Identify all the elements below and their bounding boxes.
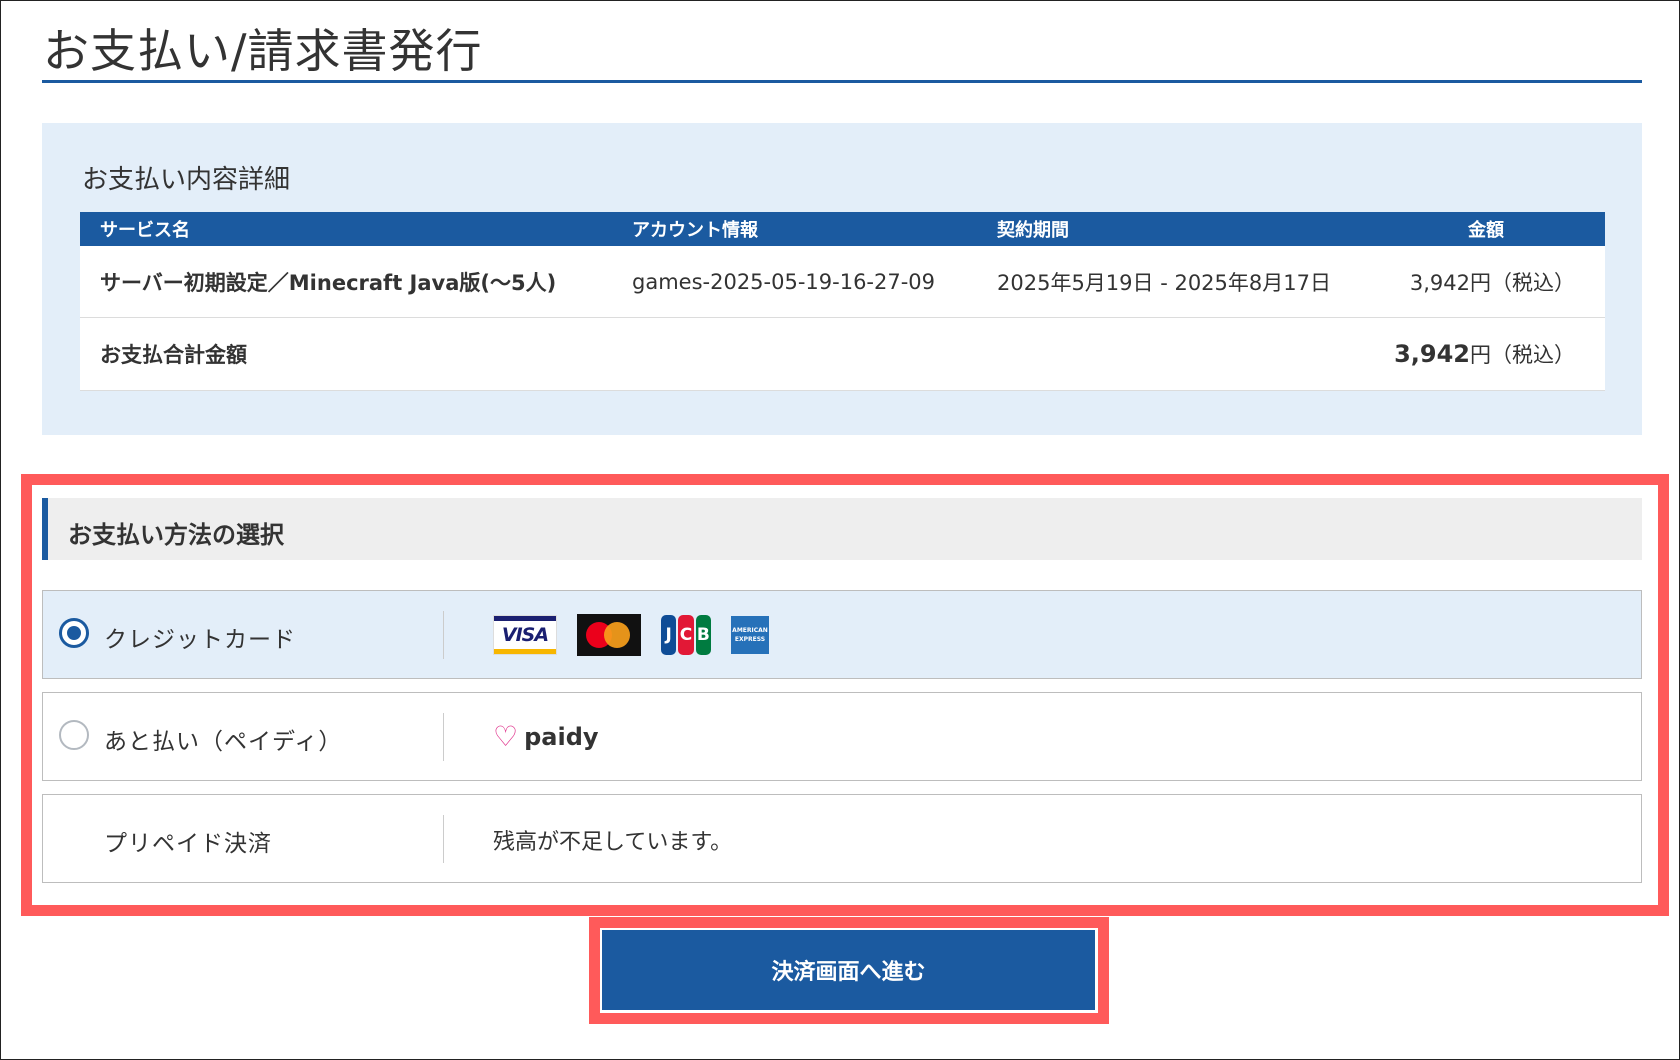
credit-card-radio[interactable] bbox=[59, 618, 89, 648]
credit-card-label: クレジットカード bbox=[104, 627, 296, 653]
jcb-segment: C bbox=[678, 614, 694, 655]
empty-cell bbox=[977, 317, 1367, 391]
jcb-segment: J bbox=[661, 614, 677, 655]
total-amount-suffix: 円（税込） bbox=[1470, 343, 1575, 367]
mastercard-logo-icon bbox=[577, 613, 641, 656]
divider bbox=[443, 713, 444, 761]
jcb-segment: B bbox=[695, 614, 711, 655]
divider bbox=[443, 611, 444, 659]
visa-bar bbox=[494, 648, 556, 654]
paidy-logo-icon: ♡ paidy bbox=[493, 720, 599, 753]
total-amount-cell: 3,942円（税込） bbox=[1367, 317, 1605, 391]
title-underline bbox=[42, 80, 1642, 83]
prepaid-balance-note: 残高が不足しています。 bbox=[493, 830, 733, 855]
jcb-logo-icon: J C B bbox=[661, 614, 711, 655]
amex-logo-icon: AMERICAN EXPRESS bbox=[731, 615, 769, 654]
account-info-cell: games-2025-05-19-16-27-09 bbox=[612, 246, 977, 318]
payment-option-paidy[interactable]: あと払い（ペイディ） ♡ paidy bbox=[42, 692, 1642, 781]
divider bbox=[443, 815, 444, 863]
service-name-cell: サーバー初期設定／Minecraft Java版(〜5人) bbox=[80, 246, 612, 318]
mastercard-orange-circle bbox=[604, 621, 630, 648]
page-frame: お支払い/請求書発行 お支払い内容詳細 サービス名 アカウント情報 契約期間 金… bbox=[0, 0, 1680, 1060]
total-amount-value: 3,942 bbox=[1394, 340, 1470, 368]
contract-period-cell: 2025年5月19日 - 2025年8月17日 bbox=[977, 246, 1367, 318]
total-label: お支払合計金額 bbox=[80, 317, 612, 391]
amount-cell: 3,942円（税込） bbox=[1367, 246, 1605, 318]
column-header-service: サービス名 bbox=[80, 212, 612, 246]
prepaid-label: プリペイド決済 bbox=[104, 831, 272, 857]
empty-cell bbox=[612, 317, 977, 391]
payment-details-table: サービス名 アカウント情報 契約期間 金額 サーバー初期設定／Minecraft… bbox=[80, 212, 1605, 391]
table-header-row: サービス名 アカウント情報 契約期間 金額 bbox=[80, 212, 1605, 246]
payment-method-heading: お支払い方法の選択 bbox=[68, 521, 284, 549]
payment-details-panel: お支払い内容詳細 サービス名 アカウント情報 契約期間 金額 サーバー初期設定／… bbox=[42, 123, 1642, 435]
card-brand-logos: VISA J C B AMERICAN EXPRESS bbox=[493, 591, 769, 678]
paidy-label: あと払い（ペイディ） bbox=[104, 729, 343, 755]
table-row: サーバー初期設定／Minecraft Java版(〜5人) games-2025… bbox=[80, 246, 1605, 318]
page-title: お支払い/請求書発行 bbox=[43, 24, 483, 78]
payment-details-heading: お支払い内容詳細 bbox=[82, 165, 291, 195]
paidy-logo: ♡ paidy bbox=[493, 693, 599, 780]
proceed-to-payment-button[interactable]: 決済画面へ進む bbox=[602, 930, 1095, 1010]
column-header-account: アカウント情報 bbox=[612, 212, 977, 246]
paidy-logo-text: paidy bbox=[524, 722, 599, 751]
payment-option-prepaid: プリペイド決済 残高が不足しています。 bbox=[42, 794, 1642, 883]
payment-method-section-header: お支払い方法の選択 bbox=[42, 498, 1642, 560]
column-header-period: 契約期間 bbox=[977, 212, 1367, 246]
paidy-heart-icon: ♡ bbox=[493, 720, 519, 753]
payment-option-credit-card[interactable]: クレジットカード VISA J C B AMERICAN EXPRESS bbox=[42, 590, 1642, 679]
amex-logo-text: AMERICAN EXPRESS bbox=[732, 626, 768, 643]
column-header-amount: 金額 bbox=[1367, 212, 1605, 246]
visa-logo-icon: VISA bbox=[493, 614, 557, 655]
visa-logo-text: VISA bbox=[501, 623, 549, 646]
paidy-radio[interactable] bbox=[59, 720, 89, 750]
total-row: お支払合計金額 3,942円（税込） bbox=[80, 317, 1605, 391]
